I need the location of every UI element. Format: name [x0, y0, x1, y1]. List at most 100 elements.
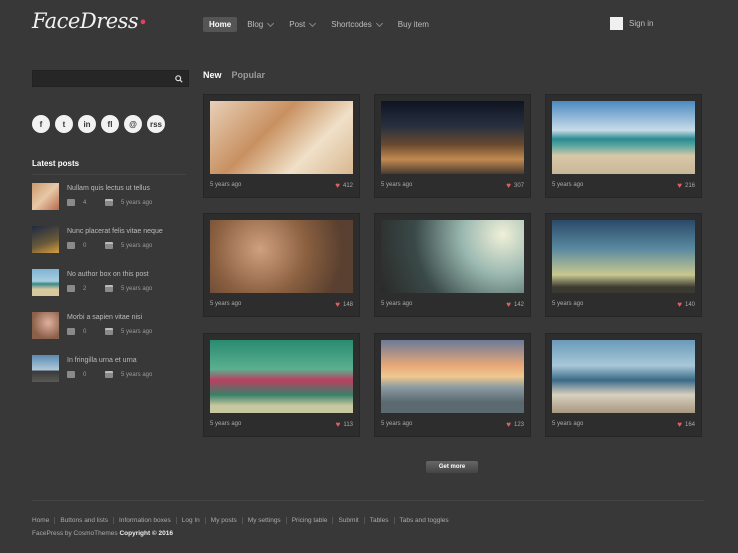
tab-popular[interactable]: Popular	[232, 70, 266, 80]
post-image[interactable]	[381, 340, 524, 413]
list-item[interactable]: Morbi a sapien vitae nisi 0 5 years ago	[32, 312, 192, 342]
post-title[interactable]: No author box on this post	[67, 271, 149, 278]
heart-icon: ♥	[335, 181, 340, 190]
post-card[interactable]: 5 years ago ♥ 142	[374, 213, 531, 317]
post-image[interactable]	[381, 220, 524, 293]
list-item[interactable]: No author box on this post 2 5 years ago	[32, 269, 192, 299]
comment-icon	[67, 242, 75, 249]
post-thumbnail[interactable]	[32, 312, 59, 339]
email-icon[interactable]: @	[124, 115, 142, 133]
like-count: 140	[684, 301, 695, 308]
nav-blog[interactable]: Blog	[241, 17, 279, 32]
copyright: FacePress by CosmoThemes Copyright © 201…	[32, 530, 173, 537]
post-card[interactable]: 5 years ago ♥ 412	[203, 94, 360, 198]
nav-label: Blog	[247, 20, 264, 29]
footer-link-tabs[interactable]: Tabs and toggles	[393, 517, 454, 524]
footer-link-buttons[interactable]: Buttons and lists	[54, 517, 113, 524]
nav-label: Shortcodes	[331, 20, 372, 29]
heart-icon: ♥	[506, 300, 511, 309]
post-title[interactable]: Morbi a sapien vitae nisi	[67, 314, 142, 321]
post-time: 5 years ago	[552, 301, 584, 307]
comment-count: 4	[83, 199, 87, 206]
footer-link-tables[interactable]: Tables	[363, 517, 394, 524]
post-time: 5 years ago	[381, 421, 413, 427]
footer-link-info-boxes[interactable]: Information boxes	[113, 517, 176, 524]
post-image[interactable]	[552, 101, 695, 174]
like-button[interactable]: ♥ 123	[506, 420, 524, 429]
get-more-button[interactable]: Get more	[426, 461, 478, 473]
post-thumbnail[interactable]	[32, 355, 59, 382]
like-button[interactable]: ♥ 412	[335, 181, 353, 190]
list-item[interactable]: Nullam quis lectus ut tellus 4 5 years ag…	[32, 183, 192, 213]
site-logo[interactable]: FaceDress•	[32, 9, 148, 33]
post-image[interactable]	[210, 220, 353, 293]
post-image[interactable]	[552, 340, 695, 413]
comment-count: 0	[83, 328, 87, 335]
heart-icon: ♥	[335, 300, 340, 309]
post-thumbnail[interactable]	[32, 183, 59, 210]
nav-shortcodes[interactable]: Shortcodes	[325, 17, 387, 32]
footer-link-my-posts[interactable]: My posts	[204, 517, 242, 524]
list-item[interactable]: In fringilla urna et urna 0 5 years ago	[32, 355, 192, 385]
flickr-icon[interactable]: fl	[101, 115, 119, 133]
like-button[interactable]: ♥ 140	[677, 300, 695, 309]
post-thumbnail[interactable]	[32, 226, 59, 253]
post-title[interactable]: Nullam quis lectus ut tellus	[67, 185, 150, 192]
latest-posts-heading: Latest posts	[32, 159, 80, 168]
footer-link-pricing[interactable]: Pricing table	[285, 517, 333, 524]
footer-link-settings[interactable]: My settings	[241, 517, 286, 524]
facebook-icon[interactable]: f	[32, 115, 50, 133]
post-time: 5 years ago	[210, 182, 242, 188]
post-card[interactable]: 5 years ago ♥ 140	[545, 213, 702, 317]
post-date: 5 years ago	[121, 328, 153, 335]
twitter-icon[interactable]: t	[55, 115, 73, 133]
post-card[interactable]: 5 years ago ♥ 307	[374, 94, 531, 198]
like-button[interactable]: ♥ 148	[335, 300, 353, 309]
post-image[interactable]	[210, 101, 353, 174]
footer-link-submit[interactable]: Submit	[332, 517, 363, 524]
post-card[interactable]: 5 years ago ♥ 164	[545, 333, 702, 437]
post-card[interactable]: 5 years ago ♥ 216	[545, 94, 702, 198]
calendar-icon	[105, 285, 113, 292]
tab-new[interactable]: New	[203, 70, 222, 80]
post-card[interactable]: 5 years ago ♥ 113	[203, 333, 360, 437]
like-button[interactable]: ♥ 307	[506, 181, 524, 190]
search-icon[interactable]	[175, 75, 183, 83]
rss-icon[interactable]: rss	[147, 115, 165, 133]
footer-link-login[interactable]: Log In	[175, 517, 205, 524]
post-image[interactable]	[381, 101, 524, 174]
search-input[interactable]	[32, 70, 189, 87]
like-button[interactable]: ♥ 142	[506, 300, 524, 309]
like-button[interactable]: ♥ 113	[336, 420, 353, 429]
post-title[interactable]: Nunc placerat felis vitae neque	[67, 228, 163, 235]
nav-buy-item[interactable]: Buy item	[392, 17, 435, 32]
list-item[interactable]: Nunc placerat felis vitae neque 0 5 years…	[32, 226, 192, 256]
post-image[interactable]	[552, 220, 695, 293]
copyright-prefix: FacePress by CosmoThemes	[32, 530, 118, 537]
post-time: 5 years ago	[381, 182, 413, 188]
post-time: 5 years ago	[210, 301, 242, 307]
footer-link-home[interactable]: Home	[32, 517, 54, 524]
like-button[interactable]: ♥ 164	[677, 420, 695, 429]
avatar	[610, 17, 623, 30]
like-count: 412	[342, 182, 353, 189]
comment-count: 0	[83, 371, 87, 378]
nav-post[interactable]: Post	[283, 17, 321, 32]
post-title[interactable]: In fringilla urna et urna	[67, 357, 137, 364]
heart-icon: ♥	[335, 420, 341, 429]
post-time: 5 years ago	[552, 421, 584, 427]
heart-icon: ♥	[506, 181, 511, 190]
post-thumbnail[interactable]	[32, 269, 59, 296]
post-card[interactable]: 5 years ago ♥ 123	[374, 333, 531, 437]
sign-in-link[interactable]: Sign in	[610, 17, 653, 30]
heart-icon: ♥	[677, 300, 682, 309]
like-button[interactable]: ♥ 216	[677, 181, 695, 190]
post-time: 5 years ago	[552, 182, 584, 188]
post-card[interactable]: 5 years ago ♥ 148	[203, 213, 360, 317]
chevron-down-icon	[267, 19, 275, 27]
post-time: 5 years ago	[210, 421, 242, 427]
post-image[interactable]	[210, 340, 353, 413]
nav-home[interactable]: Home	[203, 17, 238, 32]
linkedin-icon[interactable]: in	[78, 115, 96, 133]
chevron-down-icon	[309, 19, 317, 27]
